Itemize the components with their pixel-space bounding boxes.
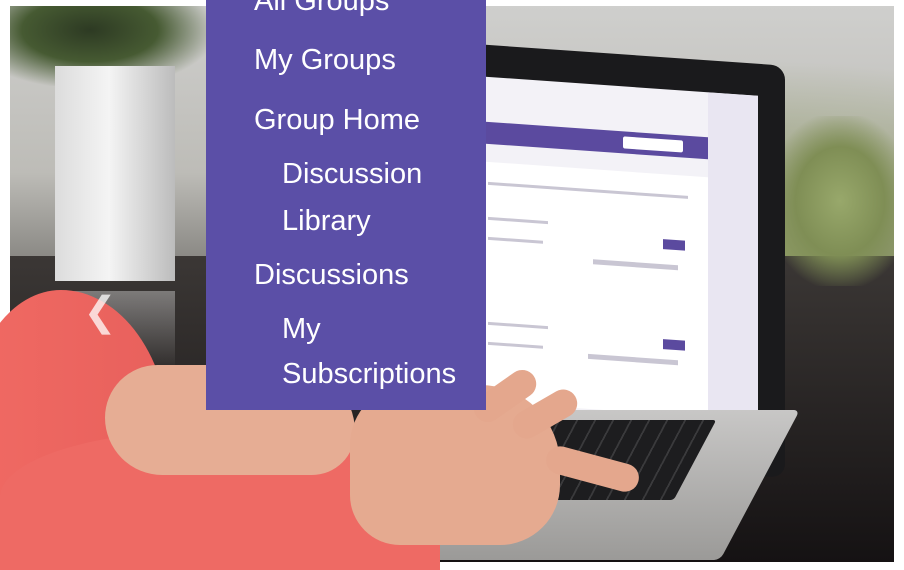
carousel-prev-button[interactable]: ❮	[78, 290, 122, 334]
screen-text-line	[588, 353, 678, 366]
screen-text-line	[593, 259, 678, 271]
menu-item-all-groups[interactable]: All Groups	[206, 0, 534, 18]
menu-item-label: My	[282, 313, 321, 345]
menu-item-label: Library	[282, 205, 371, 237]
menu-item-label: My Groups	[254, 44, 396, 76]
menu-item-discussion[interactable]: Discussion	[206, 157, 562, 191]
plant-pot	[55, 66, 175, 281]
menu-item-label: All Groups	[254, 0, 390, 17]
menu-item-discussions[interactable]: Discussions	[206, 258, 534, 292]
menu-item-label: Group Home	[254, 104, 421, 136]
menu-item-label: Subscriptions	[282, 358, 457, 390]
menu-item-label: Discussions	[254, 259, 409, 291]
menu-item-library[interactable]: Library	[206, 204, 562, 238]
menu-item-label: Discussion	[282, 158, 423, 190]
menu-item-my-subscriptions[interactable]: My Subscriptions	[206, 312, 562, 391]
chevron-left-icon: ❮	[83, 290, 117, 334]
screen-button	[663, 239, 685, 251]
groups-dropdown-menu: All Groups My Groups Group Home Discussi…	[206, 0, 486, 410]
screen-sidebar	[708, 92, 758, 426]
menu-item-group-home[interactable]: Group Home	[206, 103, 534, 137]
screen-button	[663, 339, 685, 351]
menu-item-my-groups[interactable]: My Groups	[206, 43, 534, 77]
background-foliage	[770, 116, 894, 286]
